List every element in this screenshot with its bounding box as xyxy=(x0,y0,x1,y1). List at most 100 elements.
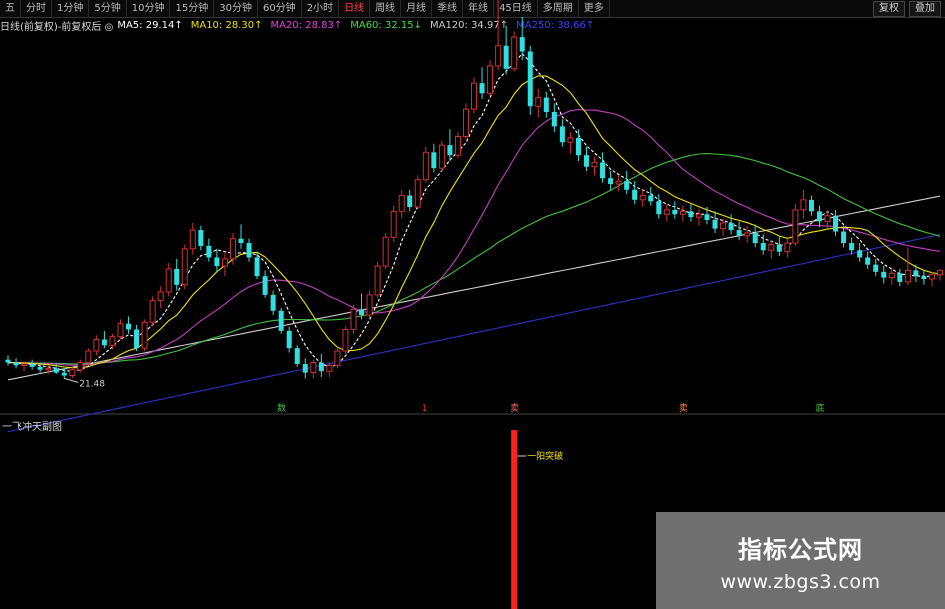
candle-body xyxy=(198,230,204,246)
candle-body xyxy=(849,243,855,251)
candle-body xyxy=(382,236,389,267)
candle-body xyxy=(752,232,758,244)
candle-body xyxy=(760,243,766,251)
sub-chart-label[interactable]: 一飞冲天副图 xyxy=(2,418,62,433)
candle-body xyxy=(221,258,228,267)
signal-marker: 底 xyxy=(815,402,824,414)
candle-body xyxy=(93,339,100,352)
candle-body xyxy=(206,245,212,258)
candle-body xyxy=(808,199,814,212)
candle-body xyxy=(888,272,895,279)
candle-body xyxy=(873,264,879,272)
candle-body xyxy=(559,126,565,143)
candle-body xyxy=(800,199,807,211)
candle-body xyxy=(126,323,132,330)
candle-body xyxy=(792,209,799,244)
candle-body xyxy=(407,195,413,208)
candle-body xyxy=(679,210,686,215)
candle-body xyxy=(69,369,76,377)
candle-body xyxy=(672,209,678,215)
candle-body xyxy=(648,195,654,202)
ma60-line xyxy=(8,153,941,365)
candle-body xyxy=(366,294,373,316)
candle-body xyxy=(784,242,791,253)
candle-body xyxy=(471,82,477,110)
candle-body xyxy=(865,257,871,265)
watermark-url: www.zbgs3.com xyxy=(720,571,881,593)
candle-body xyxy=(21,363,28,366)
candle-body xyxy=(632,189,638,200)
candle-body xyxy=(495,45,502,67)
candle-body xyxy=(816,211,822,222)
candle-body xyxy=(431,152,437,169)
candle-body xyxy=(359,309,365,316)
candle-body xyxy=(615,180,622,185)
ma250-line xyxy=(7,234,941,433)
candle-body xyxy=(857,250,863,258)
candle-body xyxy=(712,220,718,229)
candle-body xyxy=(398,195,405,212)
candle-body xyxy=(824,215,831,222)
candle-body xyxy=(318,362,324,372)
candle-body xyxy=(600,162,606,179)
candle-body xyxy=(278,310,284,331)
candle-body xyxy=(535,97,542,107)
signal-marker: 1 xyxy=(422,404,428,414)
candle-body xyxy=(374,265,381,296)
candle-body xyxy=(310,362,317,374)
candle-body xyxy=(624,181,630,190)
candle-body xyxy=(61,372,67,376)
candle-body xyxy=(768,243,775,251)
candle-body xyxy=(37,366,43,370)
candle-body xyxy=(149,300,156,323)
candle-body xyxy=(117,323,124,338)
candle-body xyxy=(897,273,903,282)
candle-body xyxy=(904,269,911,283)
candle-body xyxy=(157,291,164,302)
ma20-line xyxy=(7,108,941,366)
candle-body xyxy=(165,268,172,293)
candle-body xyxy=(246,243,252,258)
candle-body xyxy=(13,362,19,366)
candle-body xyxy=(181,248,188,286)
candle-body xyxy=(543,97,549,112)
candle-body xyxy=(639,195,646,201)
high-label: 47.88 xyxy=(513,0,539,2)
candle-body xyxy=(656,201,662,215)
candle-body xyxy=(454,135,461,156)
candle-body xyxy=(77,362,84,371)
candle-body xyxy=(334,350,341,366)
candle-body xyxy=(591,161,598,168)
candle-body xyxy=(462,108,469,137)
site-watermark: 指标公式网 www.zbgs3.com xyxy=(656,512,945,609)
candle-body xyxy=(575,137,581,156)
signal-bar-label: 一阳突破 xyxy=(527,450,563,462)
candle-body xyxy=(776,244,782,252)
candle-body xyxy=(928,274,935,280)
candle-body xyxy=(286,330,292,349)
candle-body xyxy=(688,211,694,218)
candle-body xyxy=(704,214,710,220)
candle-body xyxy=(229,238,236,260)
candle-body xyxy=(744,232,751,237)
candle-body xyxy=(414,179,421,208)
candle-body xyxy=(141,321,148,349)
signal-marker: 数 xyxy=(277,402,286,414)
candle-body xyxy=(841,231,847,244)
candle-body xyxy=(511,36,518,70)
candle-body xyxy=(921,276,927,280)
candle-body xyxy=(85,350,92,364)
candle-body xyxy=(527,51,533,107)
candle-body xyxy=(189,229,196,250)
watermark-title: 指标公式网 xyxy=(738,536,863,564)
candle-body xyxy=(447,145,453,156)
candle-body xyxy=(294,348,300,364)
sub-chart-title: 一飞冲天副图 xyxy=(2,422,62,433)
candle-body xyxy=(45,367,52,371)
candle-body xyxy=(479,83,485,94)
candle-body xyxy=(663,209,670,215)
signal-bar xyxy=(511,430,518,609)
candle-body xyxy=(736,230,742,236)
candle-body xyxy=(833,215,839,232)
ma10-line xyxy=(7,75,941,369)
